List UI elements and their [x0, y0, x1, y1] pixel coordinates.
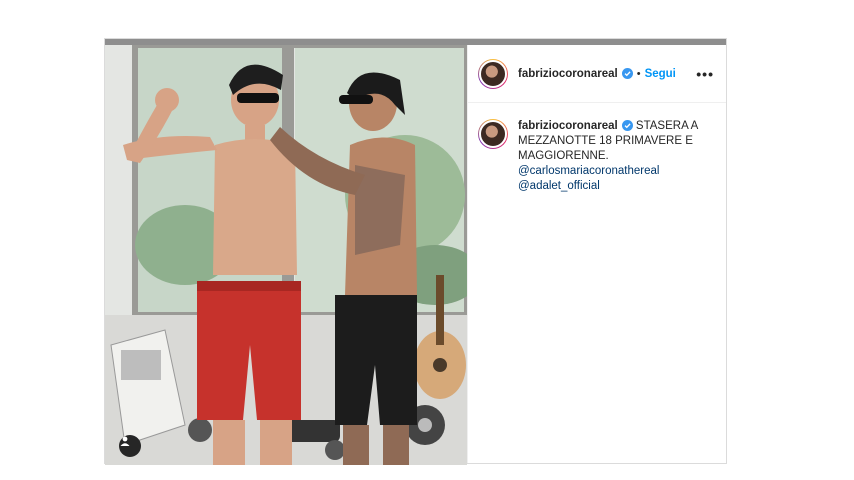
- avatar-image: [479, 59, 507, 88]
- caption-avatar[interactable]: [478, 119, 508, 149]
- caption-username[interactable]: fabriziocoronareal: [518, 120, 618, 132]
- verified-badge-icon: [621, 120, 633, 132]
- avatar-image: [479, 120, 507, 148]
- post-header: fabriziocoronareal • Segui •••: [468, 45, 726, 103]
- user-tag-button[interactable]: [119, 435, 141, 457]
- header-username[interactable]: fabriziocoronareal: [518, 68, 618, 80]
- mention-link[interactable]: @adalet_official: [518, 179, 708, 194]
- follow-button[interactable]: Segui: [645, 68, 676, 80]
- separator-dot: •: [636, 67, 641, 80]
- more-options-icon[interactable]: •••: [696, 66, 714, 82]
- avatar[interactable]: [478, 58, 508, 89]
- mention-link[interactable]: @carlosmariacoronathereal: [518, 164, 708, 179]
- verified-badge-icon: [621, 68, 633, 79]
- caption: fabriziocoronareal STASERA A MEZZANOTTE …: [468, 103, 726, 194]
- caption-text: fabriziocoronareal STASERA A MEZZANOTTE …: [518, 119, 708, 194]
- instagram-post: fabriziocoronareal • Segui ••• fabrizioc…: [104, 38, 727, 465]
- user-tag-icon: [120, 436, 130, 446]
- photo-illustration: [105, 45, 467, 465]
- post-sidebar: fabriziocoronareal • Segui ••• fabrizioc…: [467, 45, 726, 463]
- post-photo[interactable]: [105, 45, 467, 465]
